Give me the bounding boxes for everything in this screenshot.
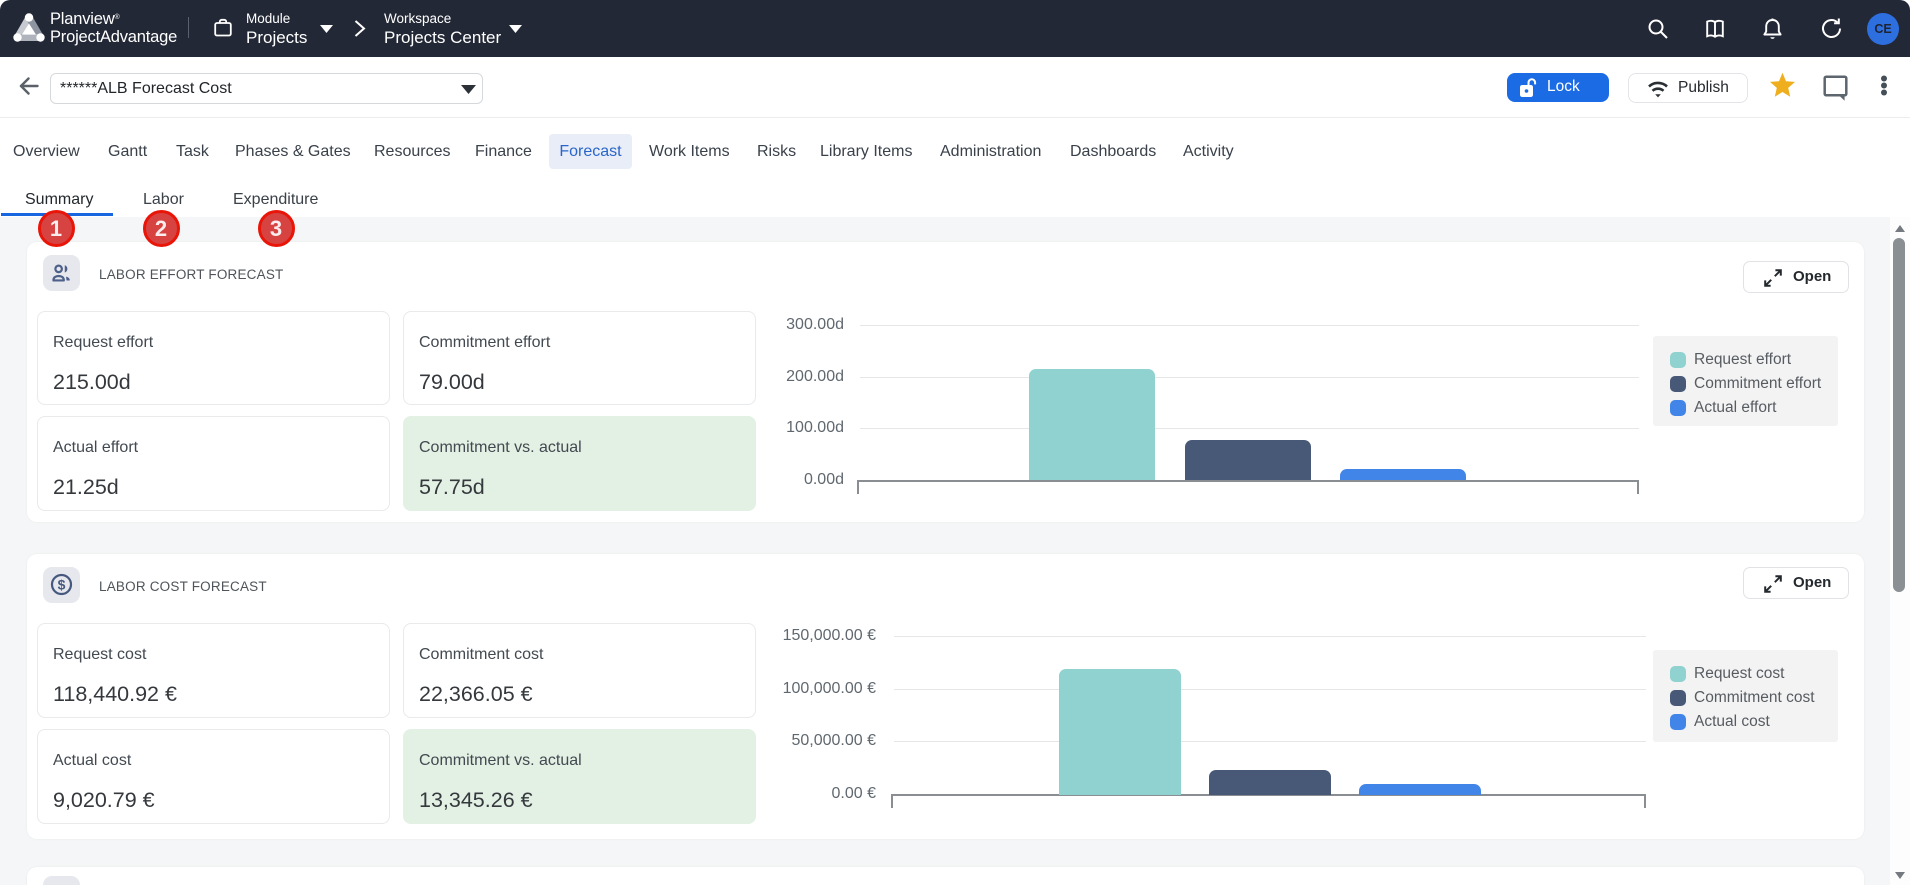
- svg-text:$: $: [58, 577, 66, 593]
